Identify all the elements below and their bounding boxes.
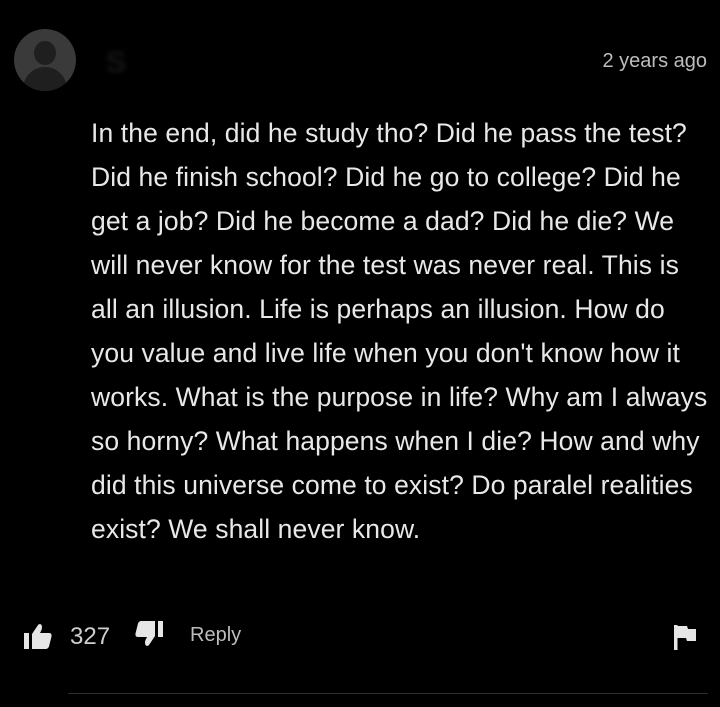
comment-text: In the end, did he study tho? Did he pas… [91,118,708,544]
comment: S 2 years ago In the end, did he study t… [0,0,720,707]
reply-button[interactable]: Reply [190,624,241,647]
thumbs-down-icon[interactable] [134,620,164,648]
username[interactable]: S [106,46,306,80]
flag-icon[interactable] [672,623,698,651]
avatar-head [34,41,56,65]
like-count: 327 [70,623,111,650]
thumbs-up-icon[interactable] [23,622,53,650]
comment-actions: 327 Reply [0,614,720,658]
timestamp: 2 years ago [602,50,707,72]
avatar-shoulders [23,67,67,91]
avatar[interactable] [14,29,76,91]
divider [68,693,708,694]
